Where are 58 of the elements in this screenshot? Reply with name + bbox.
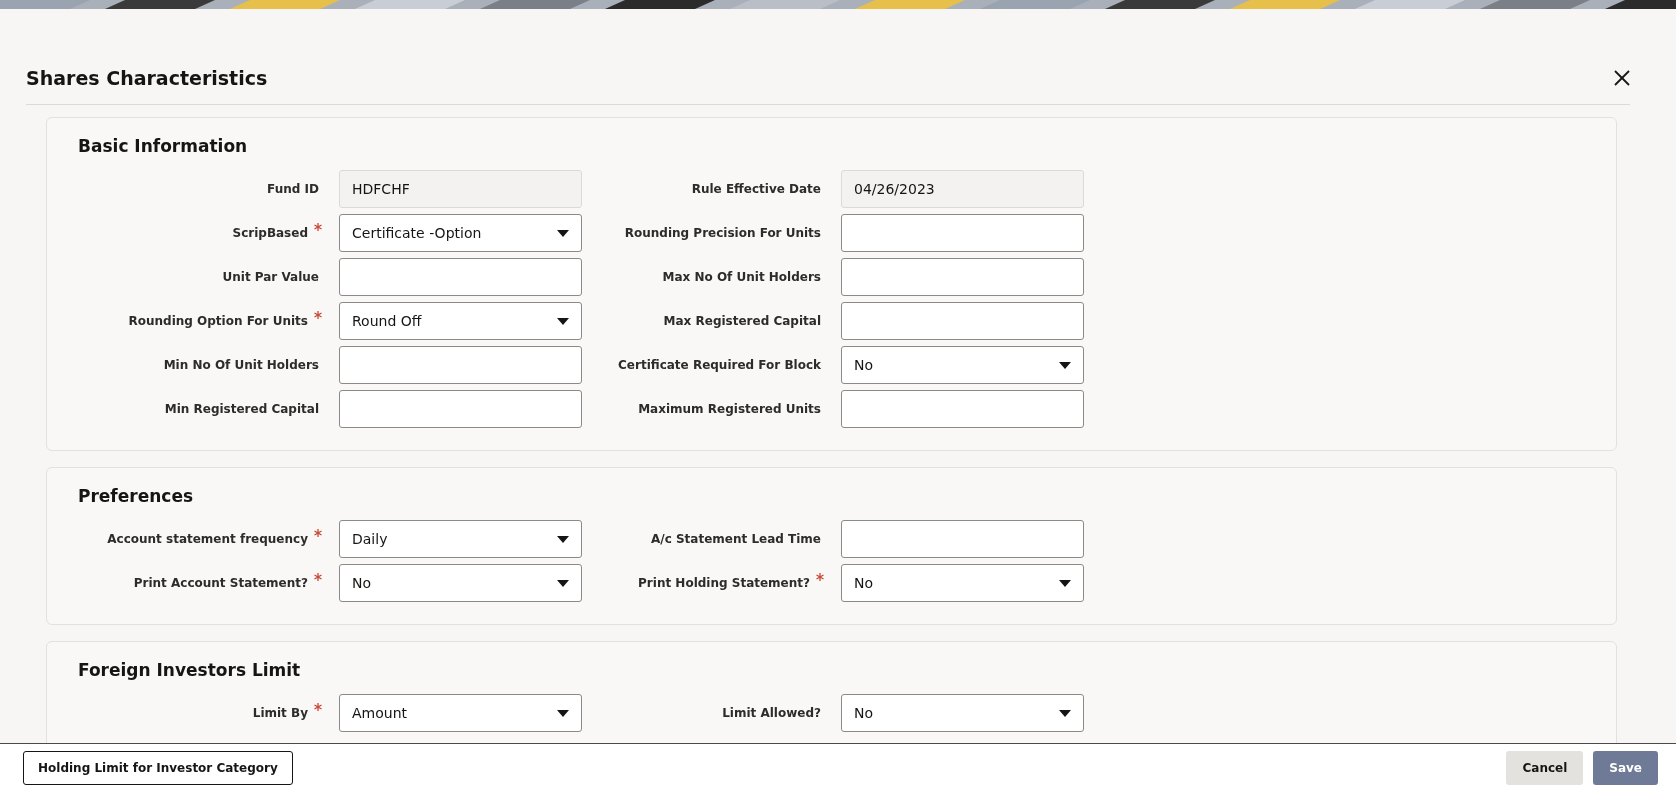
caret-icon	[1059, 361, 1071, 369]
input-field[interactable]: HDFCHF	[339, 170, 582, 208]
dropdown-field[interactable]: No	[841, 346, 1084, 384]
required-icon	[816, 573, 824, 581]
required-icon	[314, 703, 322, 711]
caret-icon	[557, 579, 569, 587]
input-field[interactable]	[841, 258, 1084, 296]
dropdown-field[interactable]: No	[841, 694, 1084, 732]
save-button[interactable]: Save	[1593, 750, 1658, 785]
caret-icon	[1059, 579, 1071, 587]
field-label: Fund ID	[267, 182, 319, 196]
field-label: Limit Allowed?	[722, 706, 821, 720]
dropdown-field[interactable]: Amount	[339, 694, 582, 732]
input-field[interactable]	[841, 302, 1084, 340]
field-label: ScripBased	[232, 226, 308, 240]
section-title: Preferences	[78, 486, 195, 506]
dropdown-field[interactable]: Round Off	[339, 302, 582, 340]
field-label: Certificate Required For Block	[618, 358, 821, 372]
input-field[interactable]	[339, 390, 582, 428]
field-label: Min Registered Capital	[164, 402, 319, 416]
field-label: Print Holding Statement?	[638, 576, 810, 590]
required-icon	[314, 223, 322, 231]
field-label: Min No Of Unit Holders	[163, 358, 319, 372]
field-label: Maximum Registered Units	[638, 402, 821, 416]
field-label: Limit By	[252, 706, 308, 720]
field-label: Print Account Statement?	[133, 576, 308, 590]
input-field[interactable]	[339, 346, 582, 384]
field-label: Account statement frequency	[107, 532, 308, 546]
caret-icon	[557, 709, 569, 717]
field-label: Max Registered Capital	[663, 314, 821, 328]
caret-icon	[557, 535, 569, 543]
holding-limit-button[interactable]: Holding Limit for Investor Category	[23, 750, 293, 785]
dropdown-field[interactable]: Certificate -Option	[339, 214, 582, 252]
input-field[interactable]: 04/26/2023	[841, 170, 1084, 208]
caret-icon	[557, 317, 569, 325]
caret-icon	[557, 229, 569, 237]
cancel-button[interactable]: Cancel	[1506, 750, 1584, 785]
input-field[interactable]	[841, 390, 1084, 428]
required-icon	[314, 529, 322, 537]
field-label: A/c Statement Lead Time	[651, 532, 821, 546]
required-icon	[314, 311, 322, 319]
input-field[interactable]	[841, 214, 1084, 252]
close-icon[interactable]	[1614, 69, 1630, 86]
dropdown-field[interactable]: No	[339, 564, 582, 602]
field-label: Max No Of Unit Holders	[662, 270, 821, 284]
required-icon	[314, 573, 322, 581]
input-field[interactable]	[841, 520, 1084, 558]
input-field[interactable]	[339, 258, 582, 296]
dropdown-field[interactable]: No	[841, 564, 1084, 602]
caret-icon	[1059, 709, 1071, 717]
dropdown-field[interactable]: Daily	[339, 520, 582, 558]
section-title: Foreign Investors Limit	[78, 660, 302, 680]
section-title: Basic Information	[78, 136, 249, 156]
dialog-title: Shares Characteristics	[26, 66, 268, 89]
field-label: Unit Par Value	[222, 270, 319, 284]
field-label: Rule Effective Date	[691, 182, 821, 196]
field-label: Rounding Option For Units	[128, 314, 308, 328]
field-label: Rounding Precision For Units	[624, 226, 821, 240]
